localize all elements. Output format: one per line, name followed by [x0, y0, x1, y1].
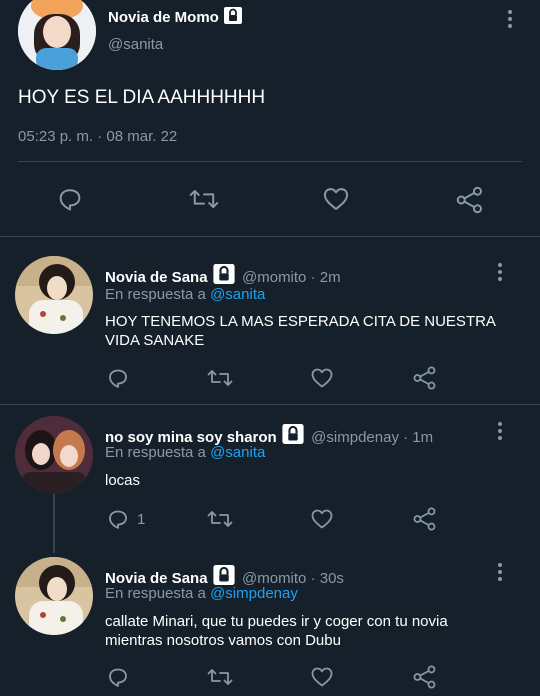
reply-icon: [109, 510, 127, 529]
more-icon[interactable]: [497, 422, 503, 443]
lock-icon: [223, 7, 242, 24]
like-button[interactable]: [310, 665, 334, 689]
more-icon[interactable]: [497, 563, 503, 584]
share-icon: [456, 186, 482, 214]
lock-icon: [212, 264, 235, 284]
reply-header: Novia de Sana @momito · 2m: [105, 264, 341, 287]
share-icon: [413, 366, 436, 390]
reply-to-link[interactable]: @simpdenay: [210, 585, 298, 602]
more-icon[interactable]: [497, 263, 503, 284]
reply-count: 1: [137, 510, 146, 528]
like-icon: [311, 509, 333, 529]
author-handle[interactable]: @sanita: [108, 36, 163, 53]
reply-to-link[interactable]: @sanita: [210, 444, 265, 461]
reply-context: En respuesta a @simpdenay: [105, 585, 298, 602]
share-button[interactable]: [455, 185, 485, 215]
author-name[interactable]: Novia de Momo: [108, 7, 242, 26]
reply-prefix: En respuesta a: [105, 585, 206, 602]
reply-icon: [109, 668, 127, 687]
retweet-button[interactable]: [206, 665, 234, 689]
more-icon[interactable]: [507, 10, 513, 31]
reply-button[interactable]: [56, 185, 84, 213]
share-button[interactable]: [412, 506, 438, 532]
retweet-icon: [189, 189, 219, 209]
avatar[interactable]: [18, 0, 96, 70]
reply-icon: [109, 369, 127, 388]
reply-button[interactable]: [106, 366, 130, 390]
like-icon: [323, 188, 349, 210]
like-icon: [311, 667, 333, 687]
tweet-text-line: mientras nosotros vamos con Dubu: [105, 632, 341, 649]
divider: [18, 161, 522, 162]
retweet-icon: [207, 511, 233, 527]
like-button[interactable]: [310, 366, 334, 390]
reply-context: En respuesta a @sanita: [105, 286, 265, 303]
tweet-text: callate Minari, que tu puedes ir y coger…: [105, 612, 448, 650]
share-button[interactable]: [412, 365, 438, 391]
tweet-text: locas: [105, 472, 141, 489]
author-name[interactable]: Novia de Sana: [105, 269, 208, 286]
retweet-button[interactable]: [206, 366, 234, 390]
share-button[interactable]: [412, 664, 438, 690]
divider: [0, 404, 540, 405]
reply-to-link[interactable]: @sanita: [210, 286, 265, 303]
reply-prefix: En respuesta a: [105, 444, 206, 461]
reply-icon: [59, 189, 81, 211]
share-icon: [413, 665, 436, 689]
tweet-timestamp: 05:23 p. m. · 08 mar. 22: [18, 128, 178, 145]
retweet-button[interactable]: [206, 507, 234, 531]
avatar[interactable]: [15, 557, 93, 635]
lock-icon: [212, 565, 235, 585]
tweet-text: HOY TENEMOS LA MAS ESPERADA CITA DE NUES…: [105, 312, 496, 350]
tweet-text-line: VIDA SANAKE: [105, 332, 205, 349]
divider: [0, 236, 540, 237]
like-button[interactable]: [322, 185, 350, 213]
tweet-text-line: callate Minari, que tu puedes ir y coger…: [105, 613, 448, 630]
tweet-text: HOY ES EL DIA AAHHHHHH: [18, 87, 266, 108]
retweet-icon: [207, 669, 233, 685]
reply-context: En respuesta a @sanita: [105, 444, 265, 461]
author-handle[interactable]: @momito · 2m: [242, 269, 341, 286]
reply-button[interactable]: [106, 665, 130, 689]
author-handle[interactable]: @simpdenay · 1m: [311, 429, 433, 446]
tweet-text-line: HOY TENEMOS LA MAS ESPERADA CITA DE NUES…: [105, 313, 496, 330]
thread-line: [53, 493, 55, 553]
avatar[interactable]: [15, 416, 93, 494]
author-name-label: Novia de Momo: [108, 9, 219, 26]
like-button[interactable]: [310, 507, 334, 531]
like-icon: [311, 368, 333, 388]
retweet-button[interactable]: [189, 185, 219, 213]
share-icon: [413, 507, 436, 531]
retweet-icon: [207, 370, 233, 386]
reply-button[interactable]: 1: [106, 507, 145, 531]
lock-icon: [282, 424, 304, 444]
avatar[interactable]: [15, 256, 93, 334]
reply-prefix: En respuesta a: [105, 286, 206, 303]
